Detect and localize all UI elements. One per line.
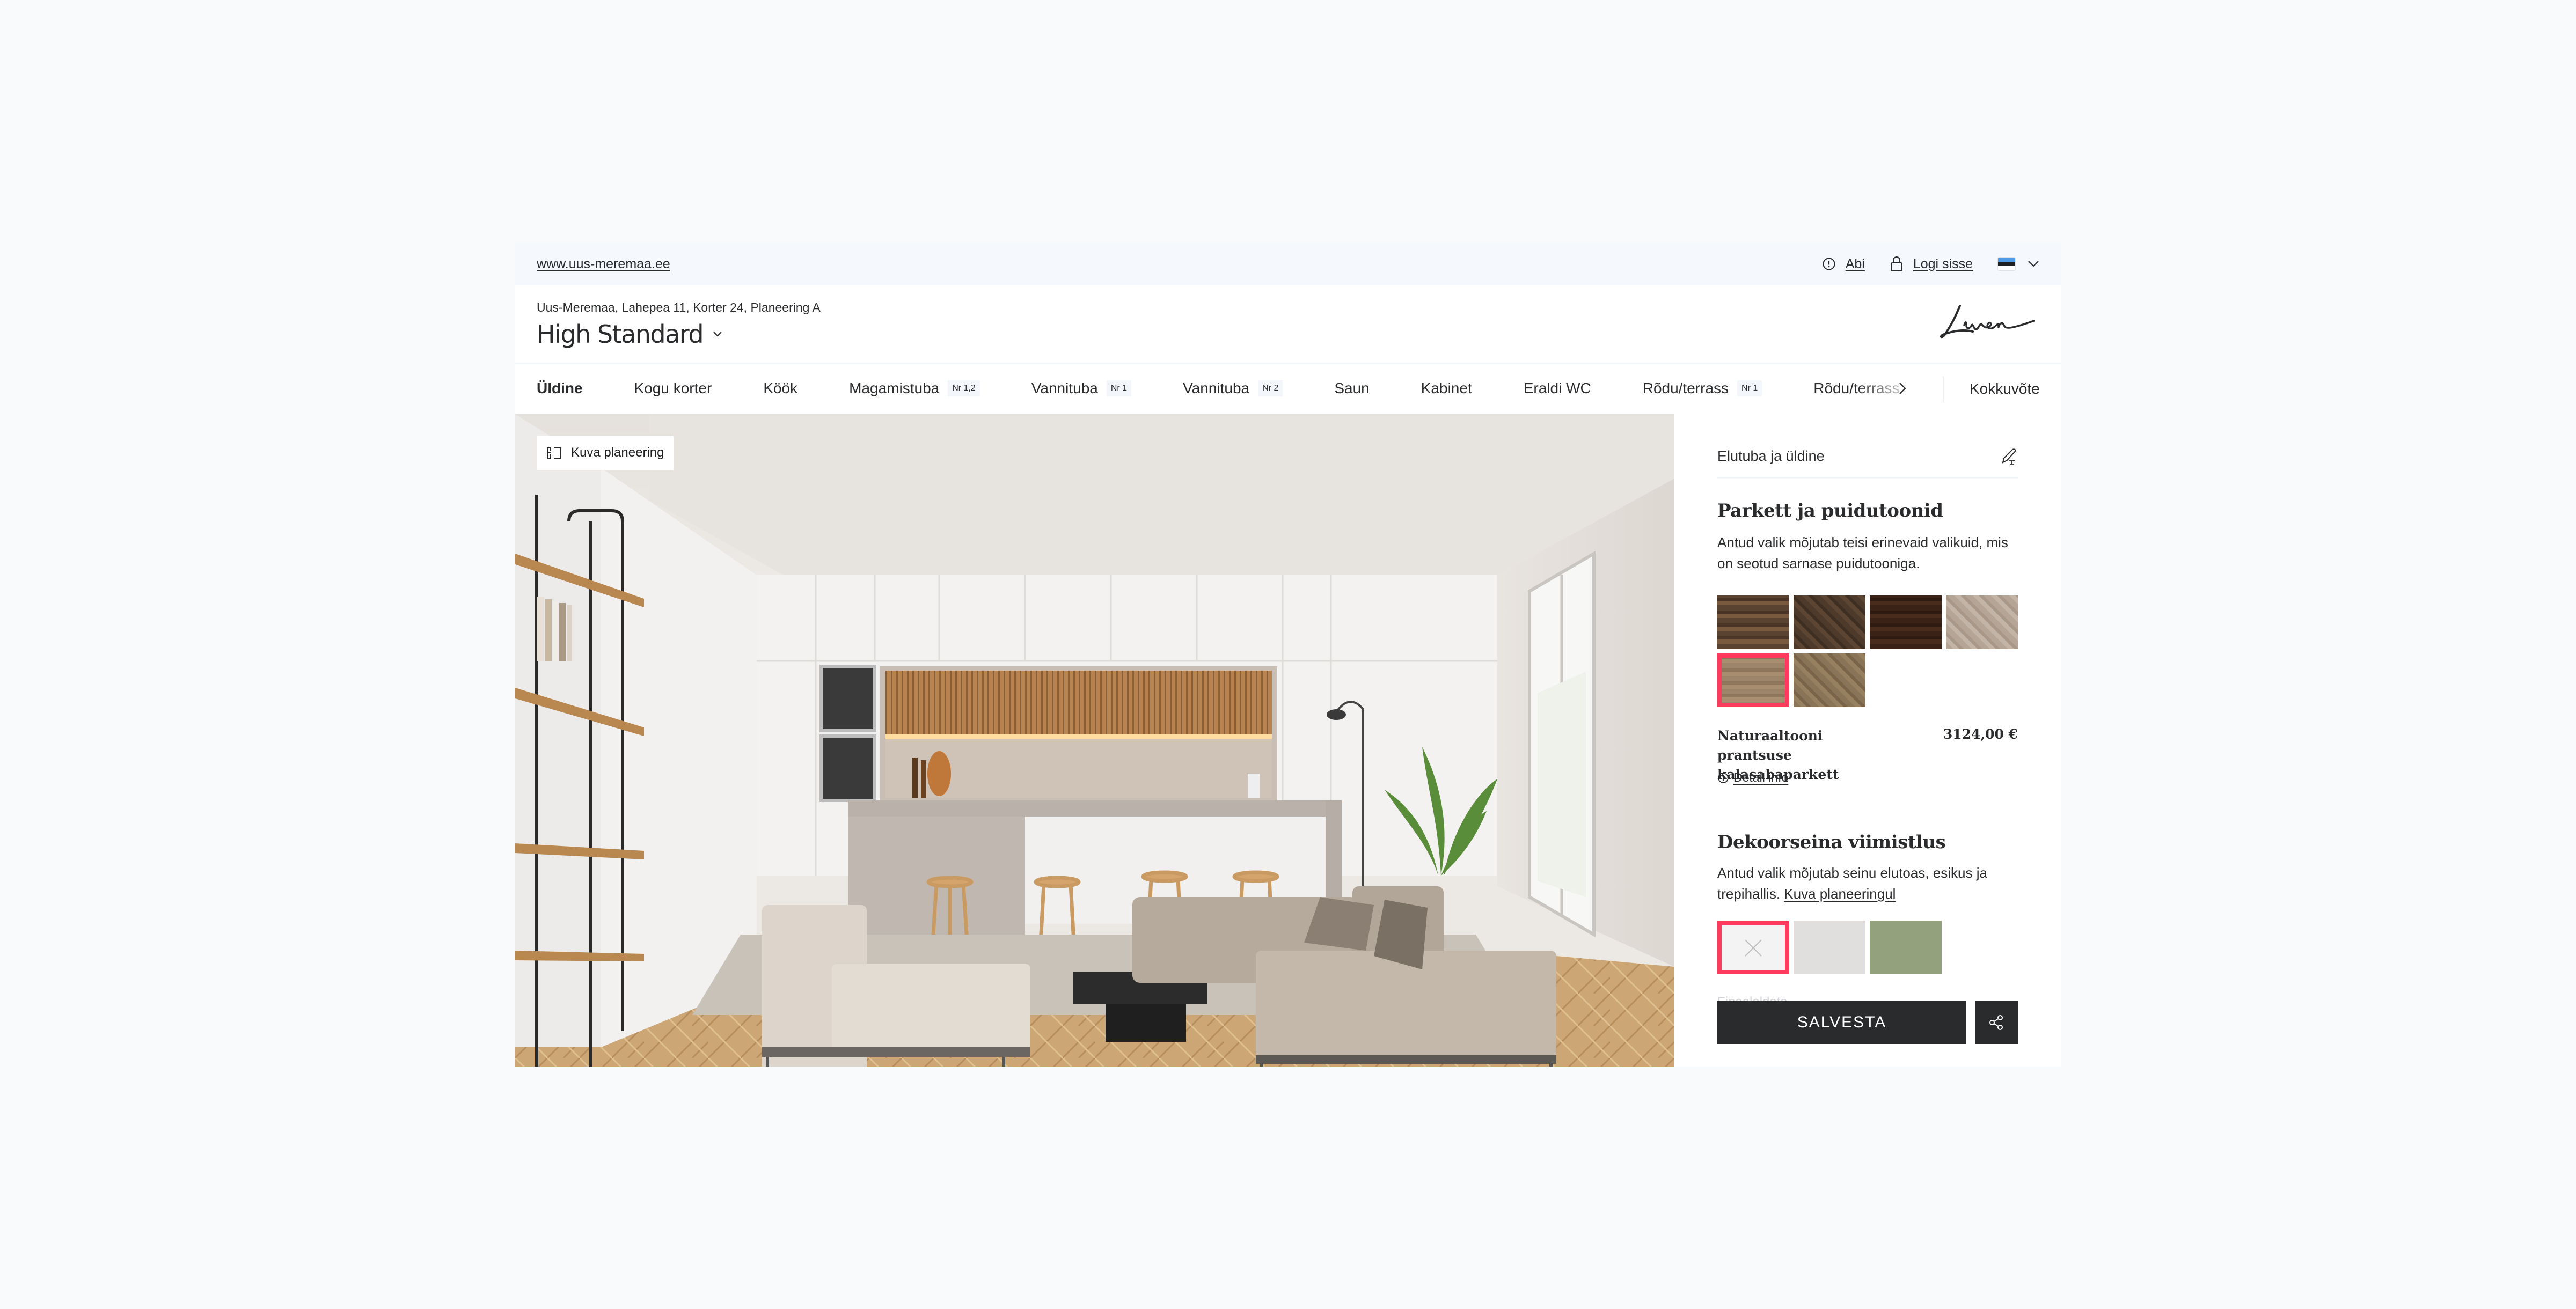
room-visualization: Kuva planeering <box>515 414 1674 1067</box>
package-name: High Standard <box>537 320 704 349</box>
tab-label: Magamistuba <box>849 379 940 396</box>
language-selector[interactable] <box>1997 257 2039 271</box>
utility-bar: www.uus-meremaa.ee Abi Logi sisse <box>515 242 2061 285</box>
help-link[interactable]: Abi <box>1822 256 1865 272</box>
tab-kabinet[interactable]: Kabinet <box>1421 380 1472 397</box>
chevron-right-icon <box>1899 383 1906 394</box>
room-tabs-scroll: Üldine Kogu korter Köök Magamistuba Nr 1,2 Va… <box>515 364 1943 412</box>
site-link[interactable]: www.uus-meremaa.ee <box>537 256 670 272</box>
room-name: Elutuba ja üldine <box>1717 448 1825 464</box>
section-desc-parquet: Antud valik mõjutab teisi erinevaid vali… <box>1717 534 2008 571</box>
package-selector[interactable]: High Standard <box>537 320 722 349</box>
info-icon <box>1823 258 1835 270</box>
swatch-light-grey-chevron[interactable] <box>1946 595 2018 649</box>
parquet-swatches <box>1717 595 2018 707</box>
tab-summary[interactable]: Kokkuvõte <box>1970 380 2040 398</box>
swatch-reclaimed-plank[interactable] <box>1717 595 1789 649</box>
living-room-render <box>515 414 1674 1067</box>
tab-label: Kabinet <box>1421 379 1472 396</box>
save-button[interactable]: SALVESTA <box>1717 1001 1966 1044</box>
lock-icon <box>1890 256 1902 271</box>
swatch-none[interactable] <box>1717 921 1789 974</box>
login-label: Logi sisse <box>1913 256 1973 271</box>
swatch-natural-chevron[interactable] <box>1717 653 1789 707</box>
floorplan-icon <box>547 447 561 459</box>
tab-label: Vannituba <box>1183 379 1250 396</box>
swatch-light-grey[interactable] <box>1794 921 1865 974</box>
tab-vannituba--1[interactable]: Vannituba Nr 1 <box>1031 379 1132 397</box>
tab-vannituba--2[interactable]: Vannituba Nr 2 <box>1183 380 1283 397</box>
swatch-rustic-chevron[interactable] <box>1794 653 1865 707</box>
tab-label: Eraldi WC <box>1523 379 1591 396</box>
detail-info-link[interactable]: Detail info <box>1717 770 1788 785</box>
tab-kogu-korter[interactable]: Kogu korter <box>634 380 712 397</box>
no-finish-icon <box>1745 939 1762 957</box>
selected-option-price: 3124,00 € <box>1943 726 2018 742</box>
show-on-plan-link[interactable]: Kuva planeeringul <box>1784 886 1896 902</box>
tab-rõdu-terrass--1[interactable]: Rõdu/terrass Nr 1 <box>1643 380 1762 397</box>
page-header: Uus-Meremaa, Lahepea 11, Korter 24, Plan… <box>515 285 2061 361</box>
tab-number-badge: Nr 2 <box>1258 380 1283 396</box>
tab-label: Rõdu/terrass <box>1813 379 1900 396</box>
tab-label: Kogu korter <box>634 379 712 396</box>
tab-label: Üldine <box>537 379 583 396</box>
share-button[interactable] <box>1975 1001 2018 1044</box>
swatch-dark-walnut-plank[interactable] <box>1870 595 1942 649</box>
tab-saun[interactable]: Saun <box>1334 380 1369 397</box>
info-icon <box>1718 772 1729 783</box>
swatch-sage-green[interactable] <box>1870 921 1942 974</box>
help-label: Abi <box>1845 256 1865 271</box>
options-panel: Elutuba ja üldine Parkett ja puidutoonid… <box>1674 414 2061 1067</box>
liven-logo <box>1940 305 2035 339</box>
tabs-scroll-right-button[interactable] <box>1894 380 1911 396</box>
tab-label: Saun <box>1334 379 1370 396</box>
share-icon <box>1989 1015 2003 1030</box>
apartment-address: Uus-Meremaa, Lahepea 11, Korter 24, Plan… <box>537 300 821 314</box>
estonian-flag-icon <box>1997 257 2016 271</box>
configurator-frame: www.uus-meremaa.ee Abi Logi sisse Uus-Me… <box>515 242 2061 1067</box>
show-floorplan-button[interactable]: Kuva planeering <box>537 436 674 470</box>
tab-eraldi-wc[interactable]: Eraldi WC <box>1524 380 1591 397</box>
tab-köök[interactable]: Köök <box>763 380 797 397</box>
swatch-dark-herringbone[interactable] <box>1794 595 1865 649</box>
tab-rõdu-terrass[interactable]: Rõdu/terrass <box>1813 380 1899 397</box>
edit-text-icon[interactable] <box>2000 447 2018 466</box>
tab-number-badge: Nr 1 <box>1737 380 1762 396</box>
tab-number-badge: Nr 1,2 <box>948 380 980 396</box>
tab-magamistuba--1-2[interactable]: Magamistuba Nr 1,2 <box>849 380 980 397</box>
room-name-row: Elutuba ja üldine <box>1717 436 2018 479</box>
room-tabs: Üldine Kogu korter Köök Magamistuba Nr 1,2 Va… <box>515 363 2061 412</box>
chevron-down-icon <box>2028 261 2039 267</box>
tab-number-badge: Nr 1 <box>1106 380 1132 396</box>
decor-wall-swatches <box>1717 921 2018 974</box>
login-link[interactable]: Logi sisse <box>1890 256 1973 272</box>
chevron-down-icon <box>713 332 722 337</box>
section-desc-decor-wall: Antud valik mõjutab seinu elutoas, esiku… <box>1717 863 2018 904</box>
section-title-decor-wall: Dekoorseina viimistlus <box>1717 832 1946 853</box>
detail-info-label: Detail info <box>1733 770 1789 784</box>
tab-label: Vannituba <box>1031 379 1098 396</box>
section-title-parquet: Parkett ja puidutoonid <box>1717 500 1943 521</box>
tabs-divider <box>1943 376 1944 403</box>
tab-label: Köök <box>763 379 798 396</box>
show-floorplan-label: Kuva planeering <box>571 445 664 460</box>
tab-label: Rõdu/terrass <box>1642 379 1729 396</box>
tab-üldine[interactable]: Üldine <box>537 380 583 397</box>
